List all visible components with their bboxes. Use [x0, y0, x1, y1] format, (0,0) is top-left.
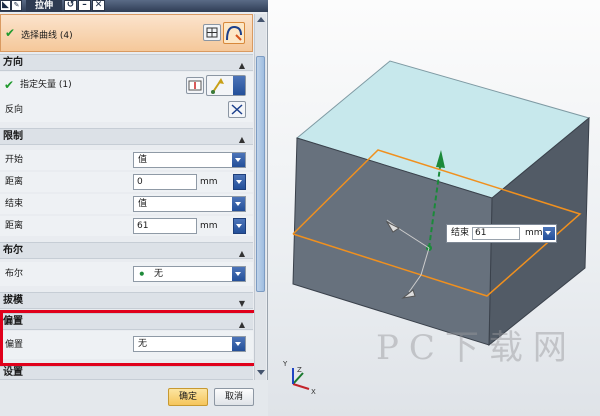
end-distance-unit: mm — [200, 221, 218, 231]
start-distance-label: 距离 — [5, 177, 24, 187]
end-distance-row: 距离 61 mm — [0, 216, 253, 236]
dialog-title: 拉伸 — [26, 0, 62, 12]
offset-label: 偏置 — [5, 340, 24, 350]
reset-button[interactable]: ↺ — [64, 0, 77, 11]
draft-header-label: 拔模 — [3, 295, 23, 306]
specify-vector-label: 指定矢量 (1) — [20, 80, 72, 90]
wcs-y-axis — [292, 372, 304, 385]
scroll-thumb[interactable] — [256, 56, 265, 292]
end-type-value: 值 — [138, 199, 148, 209]
ok-button[interactable]: 确定 — [168, 388, 208, 406]
reverse-row: 反向 — [0, 98, 253, 122]
direction-section-header[interactable]: 方向 ▲ — [0, 54, 253, 71]
chevron-up-icon: ▲ — [238, 61, 245, 70]
chevron-down-icon — [232, 337, 245, 351]
settings-section-header[interactable]: 设置 — [0, 366, 253, 380]
select-curve-label: 选择曲线 (4) — [21, 31, 73, 41]
start-distance-row: 距离 0 mm — [0, 172, 253, 192]
end-label: 结束 — [5, 199, 24, 209]
dialog-scrollbar[interactable] — [254, 14, 266, 380]
specify-vector-row: ✔ 指定矢量 (1) — [0, 72, 253, 98]
boolean-value: 无 — [154, 269, 164, 279]
onscreen-end-input[interactable]: 结束 61 mm — [446, 224, 557, 243]
watermark-text: PC下载网 — [376, 328, 577, 368]
end-distance-label: 距离 — [5, 221, 24, 231]
boolean-section-header[interactable]: 布尔 ▲ — [0, 242, 253, 259]
limits-header-label: 限制 — [3, 131, 23, 142]
wcs-z-label: Z — [297, 366, 302, 374]
limits-section-header[interactable]: 限制 ▲ — [0, 128, 253, 145]
offset-value: 无 — [138, 339, 148, 349]
offset-select[interactable]: 无 — [133, 336, 246, 352]
curve-select-button[interactable] — [223, 22, 245, 44]
chevron-down-icon — [232, 267, 245, 281]
boolean-row: 布尔 ⚫ 无 — [0, 262, 253, 286]
chevron-down-icon — [233, 76, 245, 95]
start-type-select[interactable]: 值 — [133, 152, 246, 168]
end-distance-spinner[interactable] — [233, 218, 246, 234]
chevron-down-icon — [232, 153, 245, 167]
end-type-select[interactable]: 值 — [133, 196, 246, 212]
onscreen-spinner[interactable] — [543, 227, 555, 240]
chevron-down-icon: ▼ — [238, 299, 245, 308]
reverse-icon — [231, 104, 243, 115]
sketch-section-button[interactable] — [203, 24, 221, 41]
start-type-value: 值 — [138, 155, 148, 165]
wcs-y-label: Y — [282, 360, 288, 368]
close-button[interactable]: ✕ — [92, 0, 105, 11]
cancel-button[interactable]: 取消 — [214, 388, 254, 406]
onscreen-end-value[interactable]: 61 — [472, 227, 520, 240]
select-curve-row[interactable]: ✔ 选择曲线 (4) — [0, 14, 253, 52]
end-distance-input[interactable]: 61 — [133, 218, 197, 234]
direction-header-label: 方向 — [3, 57, 23, 68]
chevron-up-icon: ▲ — [238, 320, 245, 329]
scroll-up-icon[interactable] — [257, 17, 265, 22]
boolean-label: 布尔 — [5, 269, 24, 279]
chevron-up-icon: ▲ — [238, 249, 245, 258]
wcs-x-axis — [292, 383, 310, 390]
chevron-down-icon — [232, 197, 245, 211]
start-row: 开始 值 — [0, 150, 253, 170]
vector-icon — [188, 80, 202, 91]
settings-header-label: 设置 — [3, 367, 23, 378]
start-label: 开始 — [5, 155, 24, 165]
reverse-label: 反向 — [5, 105, 24, 115]
wcs-x-label: X — [311, 388, 316, 396]
vector-arrow-icon — [211, 78, 224, 94]
boolean-select[interactable]: ⚫ 无 — [133, 266, 246, 282]
offset-section-header[interactable]: 偏置 ▲ — [0, 313, 253, 330]
start-distance-spinner[interactable] — [233, 174, 246, 190]
extrude-dialog: ◣ ✎ 拉伸 ↺ – ✕ ✔ 选择曲线 (4) 方向 ▲ ✔ 指定矢量 (1) … — [0, 0, 268, 416]
collapse-button[interactable]: ◣ — [0, 0, 11, 11]
offset-row: 偏置 无 — [0, 331, 253, 359]
boolean-header-label: 布尔 — [3, 245, 23, 256]
reverse-direction-button[interactable] — [228, 101, 246, 118]
minimize-button[interactable]: – — [78, 0, 91, 11]
dialog-titlebar: ◣ ✎ 拉伸 ↺ – ✕ — [0, 0, 268, 12]
offset-header-label: 偏置 — [3, 316, 23, 327]
sketch-icon — [206, 27, 218, 38]
tools-icon[interactable]: ✎ — [11, 0, 22, 11]
no-boolean-icon: ⚫ — [138, 270, 146, 280]
curve-icon — [226, 25, 242, 41]
end-row: 结束 值 — [0, 194, 253, 214]
vector-type-dropdown[interactable] — [206, 75, 246, 96]
start-distance-unit: mm — [200, 177, 218, 187]
scroll-down-icon[interactable] — [257, 370, 265, 375]
chevron-up-icon: ▲ — [238, 135, 245, 144]
onscreen-end-unit: mm — [525, 228, 543, 238]
start-distance-input[interactable]: 0 — [133, 174, 197, 190]
draft-section-header[interactable]: 拔模 ▼ — [0, 292, 253, 309]
vector-dialog-button[interactable] — [186, 77, 204, 94]
onscreen-end-label: 结束 — [451, 228, 470, 238]
check-icon: ✔ — [5, 26, 16, 40]
check-icon: ✔ — [4, 78, 15, 92]
